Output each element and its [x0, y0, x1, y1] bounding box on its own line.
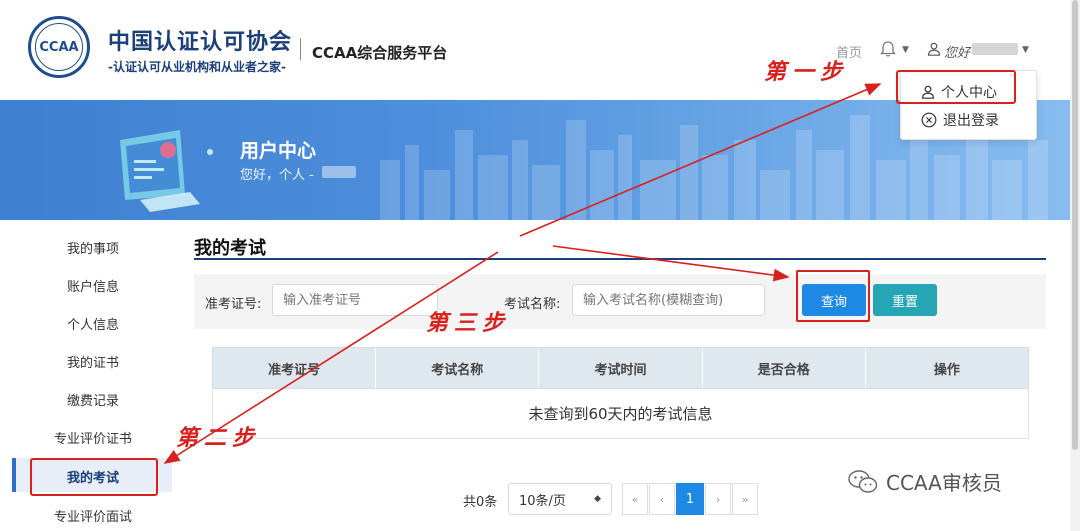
- annotation-box-personal-center: [896, 70, 1016, 104]
- computer-illustration: [120, 130, 213, 212]
- org-subtitle: -认证认可从业机构和从业者之家-: [108, 60, 286, 74]
- next-page-button[interactable]: ›: [705, 483, 731, 515]
- sidebar-item-my-items[interactable]: 我的事项: [18, 238, 168, 257]
- page-size-value: 10条/页: [519, 493, 566, 509]
- annotation-step-three: 第三步: [426, 310, 511, 336]
- select-arrows-icon: ◆: [594, 494, 601, 504]
- redacted-name: [322, 166, 356, 178]
- scrollbar-thumb[interactable]: [1072, 0, 1078, 450]
- ccaa-logo[interactable]: CCAA: [28, 16, 90, 78]
- last-page-button[interactable]: »: [732, 483, 758, 515]
- ticket-number-input[interactable]: [272, 284, 438, 316]
- page-title: 我的考试: [194, 238, 266, 259]
- annotation-box-my-exams: [30, 458, 158, 496]
- wechat-watermark: CCAA审核员: [848, 467, 1002, 496]
- sidebar-active-indicator: [12, 458, 16, 492]
- column-header-exam-time: 考试时间: [539, 348, 703, 388]
- page-number-button[interactable]: 1: [676, 483, 704, 515]
- exam-name-input[interactable]: [572, 284, 765, 316]
- redacted-username: [972, 43, 1018, 55]
- ticket-number-label: 准考证号:: [205, 297, 262, 312]
- platform-name: CCAA综合服务平台: [312, 44, 448, 62]
- org-name: 中国认证认可协会: [108, 30, 293, 55]
- column-header-exam-name: 考试名称: [376, 348, 540, 388]
- banner-subtitle: 您好，个人 -: [240, 168, 314, 183]
- sidebar-item-payment-records[interactable]: 缴费记录: [18, 390, 168, 409]
- close-circle-icon: [921, 112, 937, 128]
- bell-icon[interactable]: [880, 40, 896, 58]
- logo-text: CCAA: [35, 23, 83, 71]
- banner-title: 用户中心: [240, 140, 317, 162]
- sidebar-item-my-certificates[interactable]: 我的证书: [18, 352, 168, 371]
- arrow-to-query: [552, 245, 790, 282]
- exam-name-label: 考试名称:: [504, 297, 561, 312]
- dropdown-item-logout[interactable]: 退出登录: [921, 110, 999, 130]
- exam-table: 准考证号 考试名称 考试时间 是否合格 操作 未查询到60天内的考试信息: [212, 347, 1029, 439]
- table-empty-message: 未查询到60天内的考试信息: [212, 389, 1029, 439]
- wechat-icon: [848, 469, 878, 493]
- watermark-text: CCAA审核员: [886, 471, 1002, 495]
- user-icon[interactable]: [927, 42, 941, 56]
- prev-page-button[interactable]: ‹: [649, 483, 675, 515]
- dropdown-item-label: 退出登录: [943, 113, 999, 129]
- annotation-step-two: 第二步: [176, 425, 261, 451]
- first-page-button[interactable]: «: [622, 483, 648, 515]
- annotation-step-one: 第一步: [764, 59, 849, 85]
- header-divider: [300, 38, 301, 60]
- page-size-select[interactable]: 10条/页 ◆: [508, 483, 612, 515]
- reset-button[interactable]: 重置: [873, 284, 937, 316]
- annotation-box-query: [796, 270, 870, 322]
- user-greeting[interactable]: 您好: [944, 42, 970, 61]
- notify-caret-icon[interactable]: ▼: [902, 45, 909, 55]
- column-header-actions: 操作: [933, 362, 960, 378]
- column-header-ticket-number: 准考证号: [213, 348, 377, 388]
- pagination-total: 共0条: [463, 495, 498, 510]
- column-header-passed: 是否合格: [703, 348, 866, 388]
- sidebar-item-account-info[interactable]: 账户信息: [18, 276, 168, 295]
- sidebar-item-professional-interview[interactable]: 专业评价面试: [18, 506, 168, 525]
- table-header: 准考证号 考试名称 考试时间 是否合格 操作: [212, 347, 1029, 389]
- sidebar-item-personal-info[interactable]: 个人信息: [18, 314, 168, 333]
- sidebar-item-professional-cert[interactable]: 专业评价证书: [18, 428, 168, 447]
- user-caret-icon[interactable]: ▼: [1022, 45, 1029, 55]
- title-underline: [194, 258, 1046, 260]
